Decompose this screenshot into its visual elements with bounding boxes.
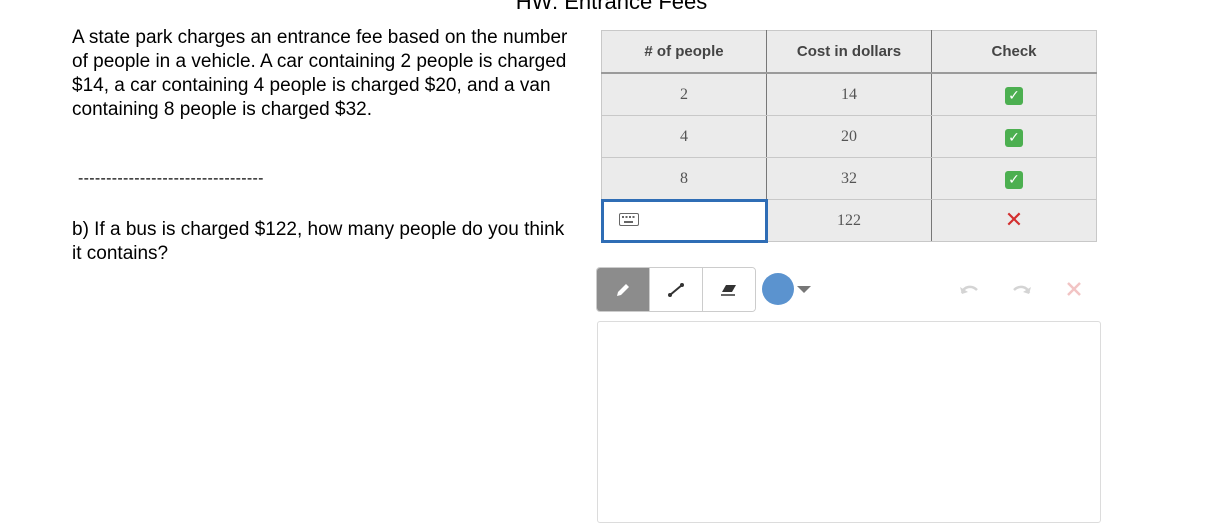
clear-icon (1067, 282, 1081, 296)
pencil-tool-button[interactable] (597, 268, 650, 311)
people-cell: 2 (601, 72, 767, 116)
eraser-tool-button[interactable] (703, 268, 755, 311)
table-header-row: # of people Cost in dollars Check (601, 30, 1097, 74)
people-cell: 8 (601, 157, 767, 200)
keyboard-icon[interactable] (619, 213, 639, 226)
redo-icon (1013, 285, 1031, 294)
cross-mark-icon: ✕ (1004, 207, 1024, 233)
check-mark-icon: ✓ (1005, 129, 1023, 147)
table-row: 2 14 ✓ (601, 72, 1097, 116)
clear-button[interactable] (1061, 276, 1087, 302)
check-mark-icon: ✓ (1005, 87, 1023, 105)
undo-icon (960, 285, 978, 294)
sketch-canvas[interactable] (597, 321, 1101, 523)
check-cell: ✓ (931, 72, 1097, 116)
check-cell: ✓ (931, 157, 1097, 200)
cost-cell: 20 (766, 115, 932, 158)
header-people: # of people (601, 30, 767, 74)
check-mark-icon: ✓ (1005, 171, 1023, 189)
divider-line: --------------------------------- (78, 170, 264, 187)
table-row: 122 ✕ (600, 198, 1097, 243)
line-icon (668, 282, 684, 297)
undo-button[interactable] (956, 276, 982, 302)
eraser-icon (721, 284, 736, 296)
pencil-icon (617, 283, 629, 296)
people-answer-input[interactable] (600, 198, 768, 243)
problem-statement: A state park charges an entrance fee bas… (72, 27, 568, 120)
cost-cell: 122 (766, 199, 932, 242)
table-row: 4 20 ✓ (601, 115, 1097, 158)
table-row: 8 32 ✓ (601, 157, 1097, 200)
people-cell: 4 (601, 115, 767, 158)
page-title: HW: Entrance Fees (515, 0, 708, 14)
data-table: # of people Cost in dollars Check 2 14 ✓… (600, 30, 1097, 243)
header-cost: Cost in dollars (766, 30, 932, 74)
check-cell: ✓ (931, 115, 1097, 158)
line-tool-button[interactable] (650, 268, 703, 311)
header-check: Check (931, 30, 1097, 74)
cost-cell: 14 (766, 72, 932, 116)
question-text: b) If a bus is charged $122, how many pe… (72, 219, 565, 264)
pen-color-swatch[interactable] (762, 273, 794, 305)
chevron-down-icon[interactable] (797, 286, 811, 293)
redo-button[interactable] (1009, 276, 1035, 302)
check-cell: ✕ (931, 199, 1097, 242)
sketch-toolbar (596, 267, 756, 312)
cost-cell: 32 (766, 157, 932, 200)
